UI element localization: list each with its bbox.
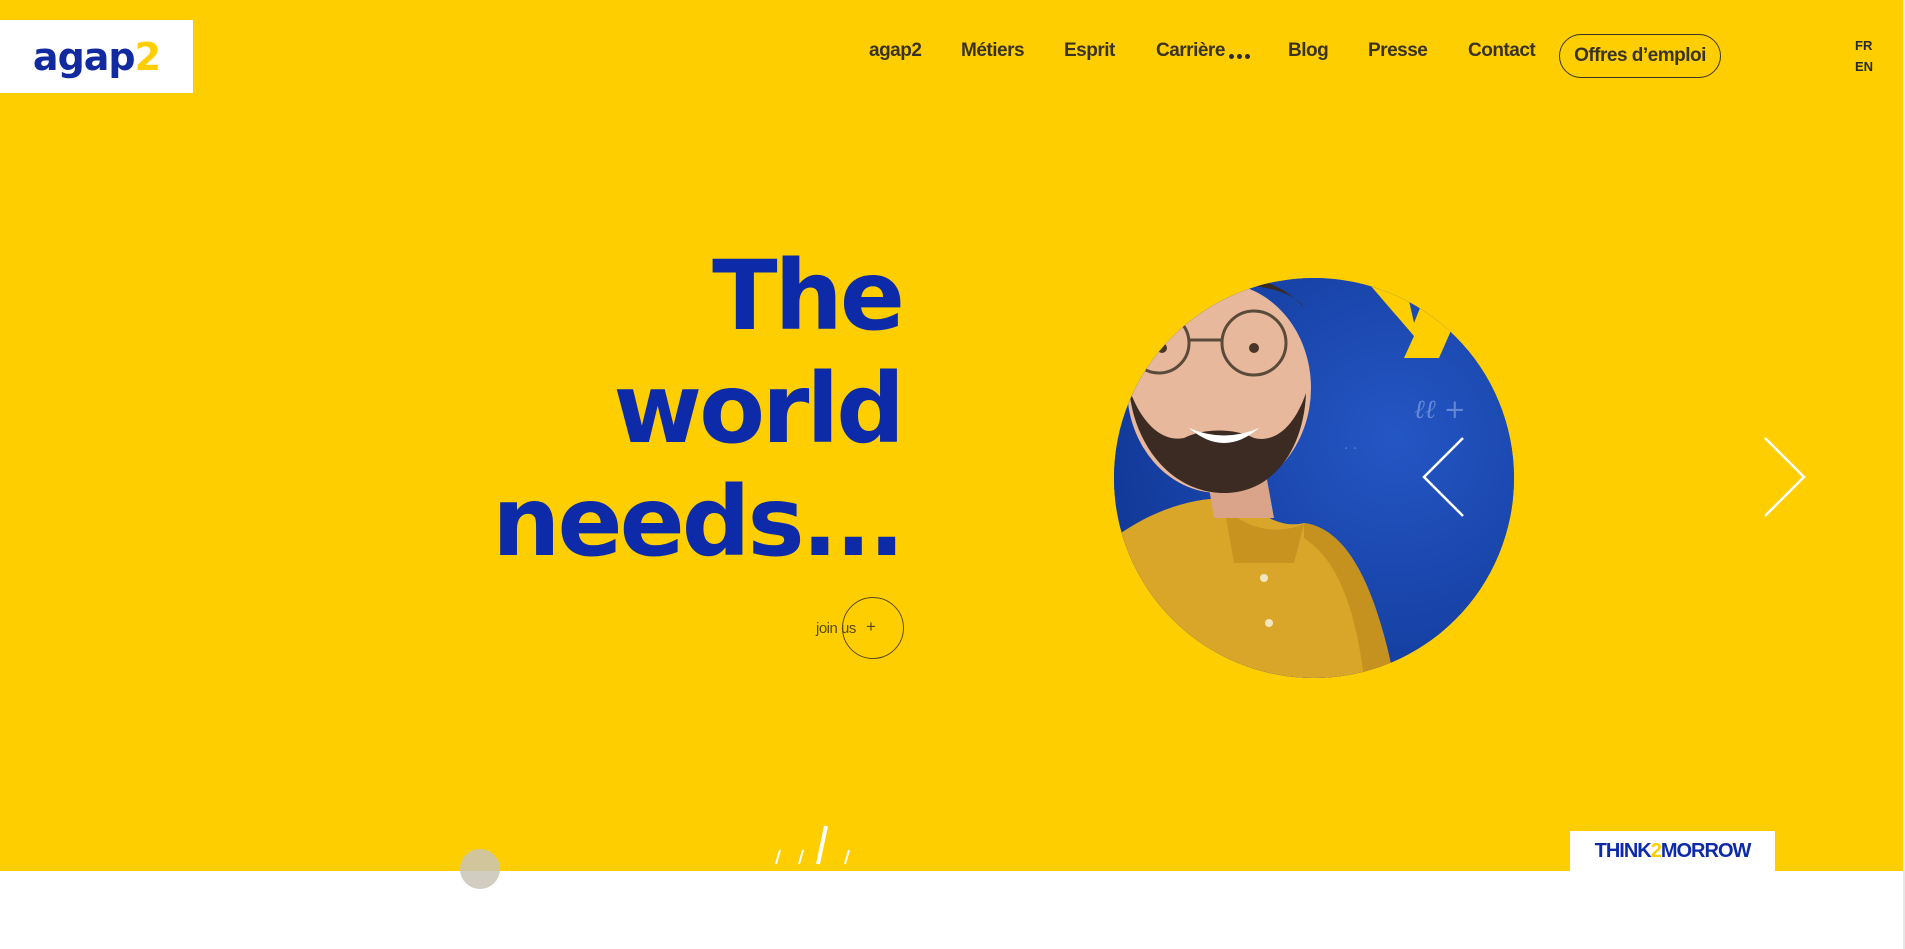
mouse-cursor-indicator <box>460 849 500 889</box>
lang-en-link[interactable]: EN <box>1855 59 1873 74</box>
slide-dot-active[interactable] <box>816 825 828 865</box>
chevron-right-icon[interactable] <box>1760 436 1810 518</box>
more-dots-icon[interactable] <box>1229 54 1250 59</box>
hero-section: agap2 agap2 Métiers Esprit Carrière Blog… <box>0 0 1903 871</box>
slide-dot[interactable] <box>775 849 781 865</box>
slide-indicators <box>775 825 850 865</box>
headline-line: The <box>712 240 905 352</box>
nav-item-carriere[interactable]: Carrière <box>1156 40 1225 62</box>
headline-line: needs... <box>492 466 905 578</box>
lang-fr-link[interactable]: FR <box>1855 38 1872 53</box>
nav-item-metiers[interactable]: Métiers <box>961 40 1025 62</box>
headline-line: world <box>613 353 905 465</box>
hero-headline: The world needs... <box>492 240 905 579</box>
svg-text:ℓℓ +: ℓℓ + <box>1414 395 1466 425</box>
job-offers-button[interactable]: Offres d’emploi <box>1559 34 1721 78</box>
slide-dot[interactable] <box>798 849 804 865</box>
plus-icon: + <box>866 617 876 636</box>
nav-item-contact[interactable]: Contact <box>1468 40 1536 62</box>
nav-item-blog[interactable]: Blog <box>1288 40 1329 62</box>
nav-item-presse[interactable]: Presse <box>1368 40 1428 62</box>
think2morrow-badge[interactable]: THINK 2 MORROW <box>1570 831 1775 871</box>
svg-text:· ·: · · <box>1344 441 1357 457</box>
chevron-left-icon[interactable] <box>1418 436 1468 518</box>
slide-dot[interactable] <box>844 849 850 865</box>
nav-item-esprit[interactable]: Esprit <box>1064 40 1115 62</box>
nav-item-agap2[interactable]: agap2 <box>869 40 922 62</box>
